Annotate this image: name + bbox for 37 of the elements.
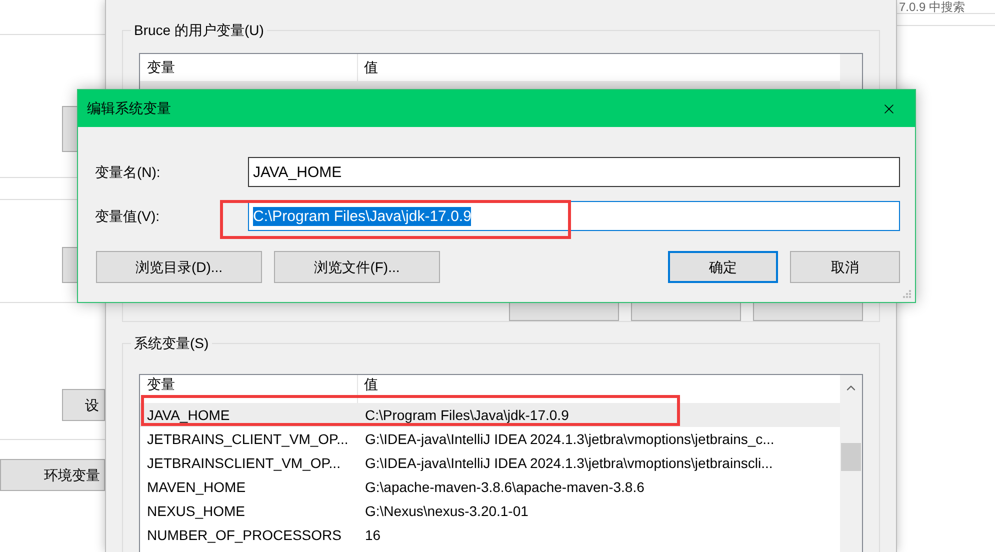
variable-value: 16 [364,526,381,544]
environment-variables-button[interactable]: 环境变量 [0,459,105,491]
list-row[interactable]: JETBRAINS_CLIENT_VM_OP... G:\IDEA-java\IntelliJ IDEA 2024.1.3\jetbra\vmoptions\jetbrains_c... [140,427,840,451]
group-title: Bruce 的用户变量(U) [133,21,265,40]
column-header[interactable]: 值 [358,57,378,78]
variable-value: G:\apache-maven-3.8.6\apache-maven-3.8.6 [364,478,644,497]
variable-value: G:\Nexus\nexus-3.20.1-01 [364,502,528,520]
variable-name: NUMBER_OF_PROCESSORS [146,526,342,545]
resize-grip-icon[interactable] [902,289,912,299]
dialog-button[interactable]: 确定 [668,251,778,283]
dialog-button[interactable]: 浏览目录(D)... [96,251,262,283]
scrollbar-thumb[interactable] [841,443,861,471]
settings-button[interactable]: 设 [62,389,105,421]
field-label: 变量值(V): [95,206,161,226]
group-title: 系统变量(S) [133,334,210,353]
variable-name: NEXUS_HOME [146,502,246,521]
search-link[interactable]: 7.0.9 中搜索 [897,0,995,13]
window-title: 编辑系统变量 [87,99,171,118]
input-field[interactable]: JAVA_HOME [248,157,900,187]
dialog-button[interactable]: 取消 [790,251,900,283]
variable-value: G:\IDEA-java\IntelliJ IDEA 2024.1.3\jetbra\vmoptions\jetbrains_c... [364,430,774,449]
list-row[interactable]: JETBRAINSCLIENT_VM_OP... G:\IDEA-java\IntelliJ IDEA 2024.1.3\jetbra\vmoptions\jetbrainscli... [140,451,840,475]
scrollbar[interactable] [840,375,862,552]
variable-value: C:\Program Files\Java\jdk-17.0.9 [364,406,569,425]
dialog-button[interactable]: 浏览文件(F)... [274,251,440,283]
list-row[interactable]: JAVA_HOME C:\Program Files\Java\jdk-17.0.9 [140,403,840,427]
list-row[interactable]: MAVEN_HOME G:\apache-maven-3.8.6\apache-maven-3.8.6 [140,475,840,499]
input-field[interactable]: C:\Program Files\Java\jdk-17.0.9 [248,201,900,231]
variable-name: JETBRAINSCLIENT_VM_OP... [146,454,342,473]
field-label: 变量名(N): [95,162,162,182]
list-row[interactable]: NEXUS_HOME G:\Nexus\nexus-3.20.1-01 [140,499,840,523]
variable-name: JAVA_HOME [146,406,231,425]
variable-name: JETBRAINS_CLIENT_VM_OP... [146,430,350,449]
column-header[interactable]: 值 [358,375,378,392]
variable-value: G:\IDEA-java\IntelliJ IDEA 2024.1.3\jetbra\vmoptions\jetbrainscli... [364,454,773,473]
list-row[interactable]: NUMBER_OF_PROCESSORS 16 [140,523,840,547]
variable-name: MAVEN_HOME [146,478,247,497]
